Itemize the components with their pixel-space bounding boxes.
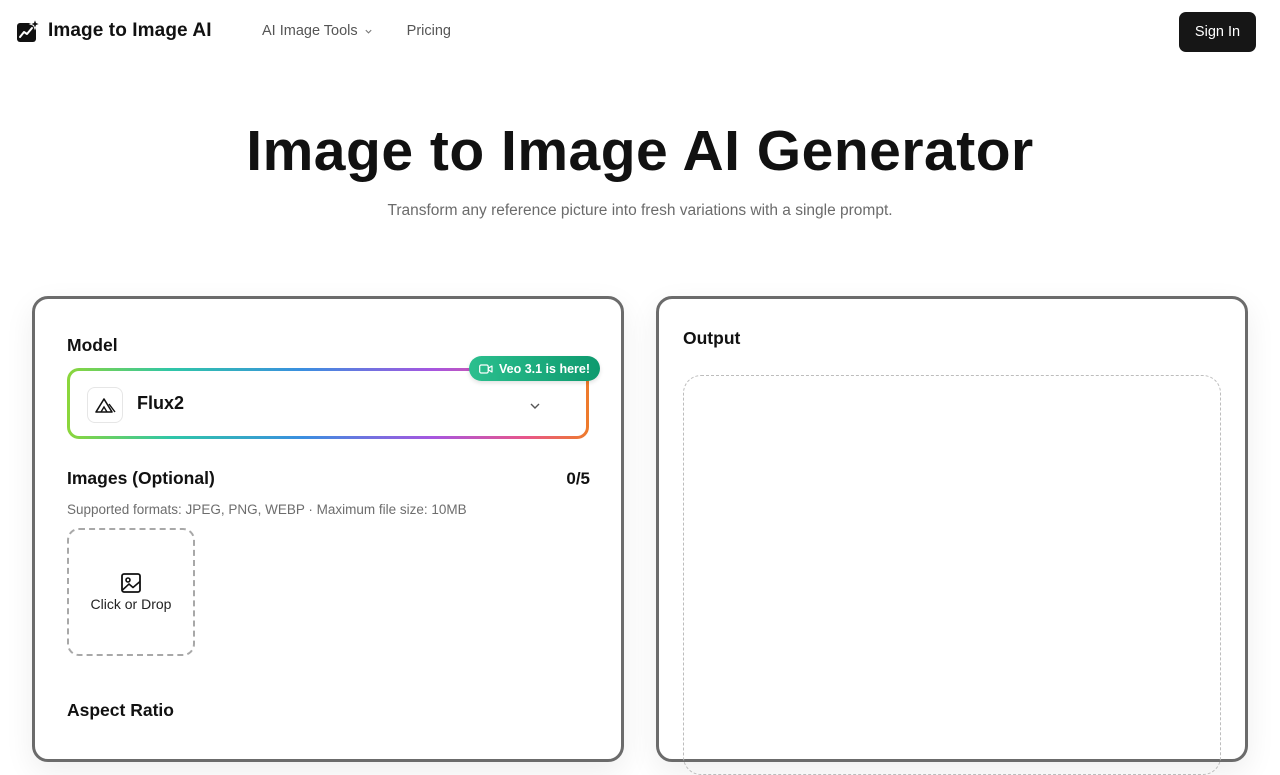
output-preview-area [683, 375, 1221, 775]
chevron-down-icon [530, 403, 540, 409]
nav-label: AI Image Tools [262, 23, 358, 39]
generator-form-panel: Model Flux2 Veo 3.1 is here! Images (Opt… [32, 296, 624, 762]
images-counter: 0/5 [566, 469, 590, 488]
veo-announcement-badge[interactable]: Veo 3.1 is here! [469, 356, 601, 381]
aspect-ratio-label: Aspect Ratio [67, 700, 174, 720]
chevron-down-icon [365, 29, 372, 34]
main-nav: AI Image Tools Pricing [262, 23, 451, 39]
model-selected-value: Flux2 [137, 393, 185, 413]
images-label: Images (Optional) [67, 468, 215, 488]
model-icon [87, 387, 123, 423]
output-label: Output [683, 328, 741, 348]
page-title: Image to Image AI Generator [246, 119, 1034, 183]
sparkle-chart-icon [17, 19, 40, 42]
upload-label: Click or Drop [90, 596, 172, 612]
model-label: Model [67, 335, 118, 355]
video-camera-icon [479, 363, 493, 374]
sign-in-button[interactable]: Sign In [1179, 12, 1256, 52]
nav-pricing[interactable]: Pricing [407, 23, 451, 39]
nav-label: Pricing [406, 23, 451, 39]
brand-name: Image to Image AI [48, 20, 212, 41]
image-upload-dropzone[interactable]: Click or Drop [67, 528, 195, 656]
image-icon [121, 573, 141, 593]
nav-ai-image-tools[interactable]: AI Image Tools [262, 23, 373, 39]
badge-label: Veo 3.1 is here! [499, 361, 591, 376]
top-navbar: Image to Image AI AI Image Tools Pricing… [0, 0, 1280, 64]
page-subtitle: Transform any reference picture into fre… [387, 202, 893, 219]
output-panel: Output [656, 296, 1248, 775]
supported-formats-hint: Supported formats: JPEG, PNG, WEBP · Max… [67, 502, 467, 517]
brand-logo[interactable]: Image to Image AI [16, 19, 212, 43]
flux-logo-icon [95, 398, 116, 413]
